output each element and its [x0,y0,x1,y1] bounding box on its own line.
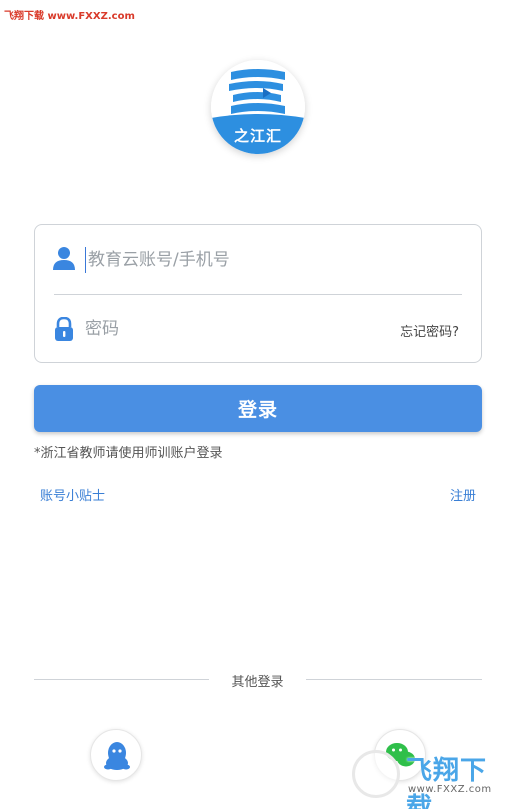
account-tips-link[interactable]: 账号小贴士 [40,485,105,504]
teacher-notice: *浙江省教师请使用师训账户登录 [34,446,223,461]
register-link[interactable]: 注册 [450,485,476,504]
watermark-url: www.FXXZ.com [408,784,492,795]
forgot-password-link[interactable]: 忘记密码? [400,321,459,340]
lock-icon [55,317,73,341]
login-form: 忘记密码? [34,224,482,363]
watermark-emblem [352,750,400,798]
logo-text: 之江汇 [233,127,282,145]
watermark-top-text: 飞翔下载 www.FXXZ.com [4,11,135,22]
account-input[interactable] [85,247,455,273]
login-button[interactable]: 登录 [34,385,482,432]
watermark-logo: 飞翔下载 www.FXXZ.com [348,746,512,809]
password-row: 忘记密码? [35,295,481,364]
other-login-label: 其他登录 [231,675,284,690]
password-input[interactable] [85,316,335,342]
other-login-divider-right [306,679,482,680]
qq-icon [104,742,130,770]
app-logo: 之江汇 [211,60,305,154]
qq-login-button[interactable] [90,729,142,781]
watermark-brand: 飞翔下载 [406,756,488,809]
account-row [35,225,481,295]
other-login-divider-left [34,679,209,680]
user-icon [53,247,75,270]
